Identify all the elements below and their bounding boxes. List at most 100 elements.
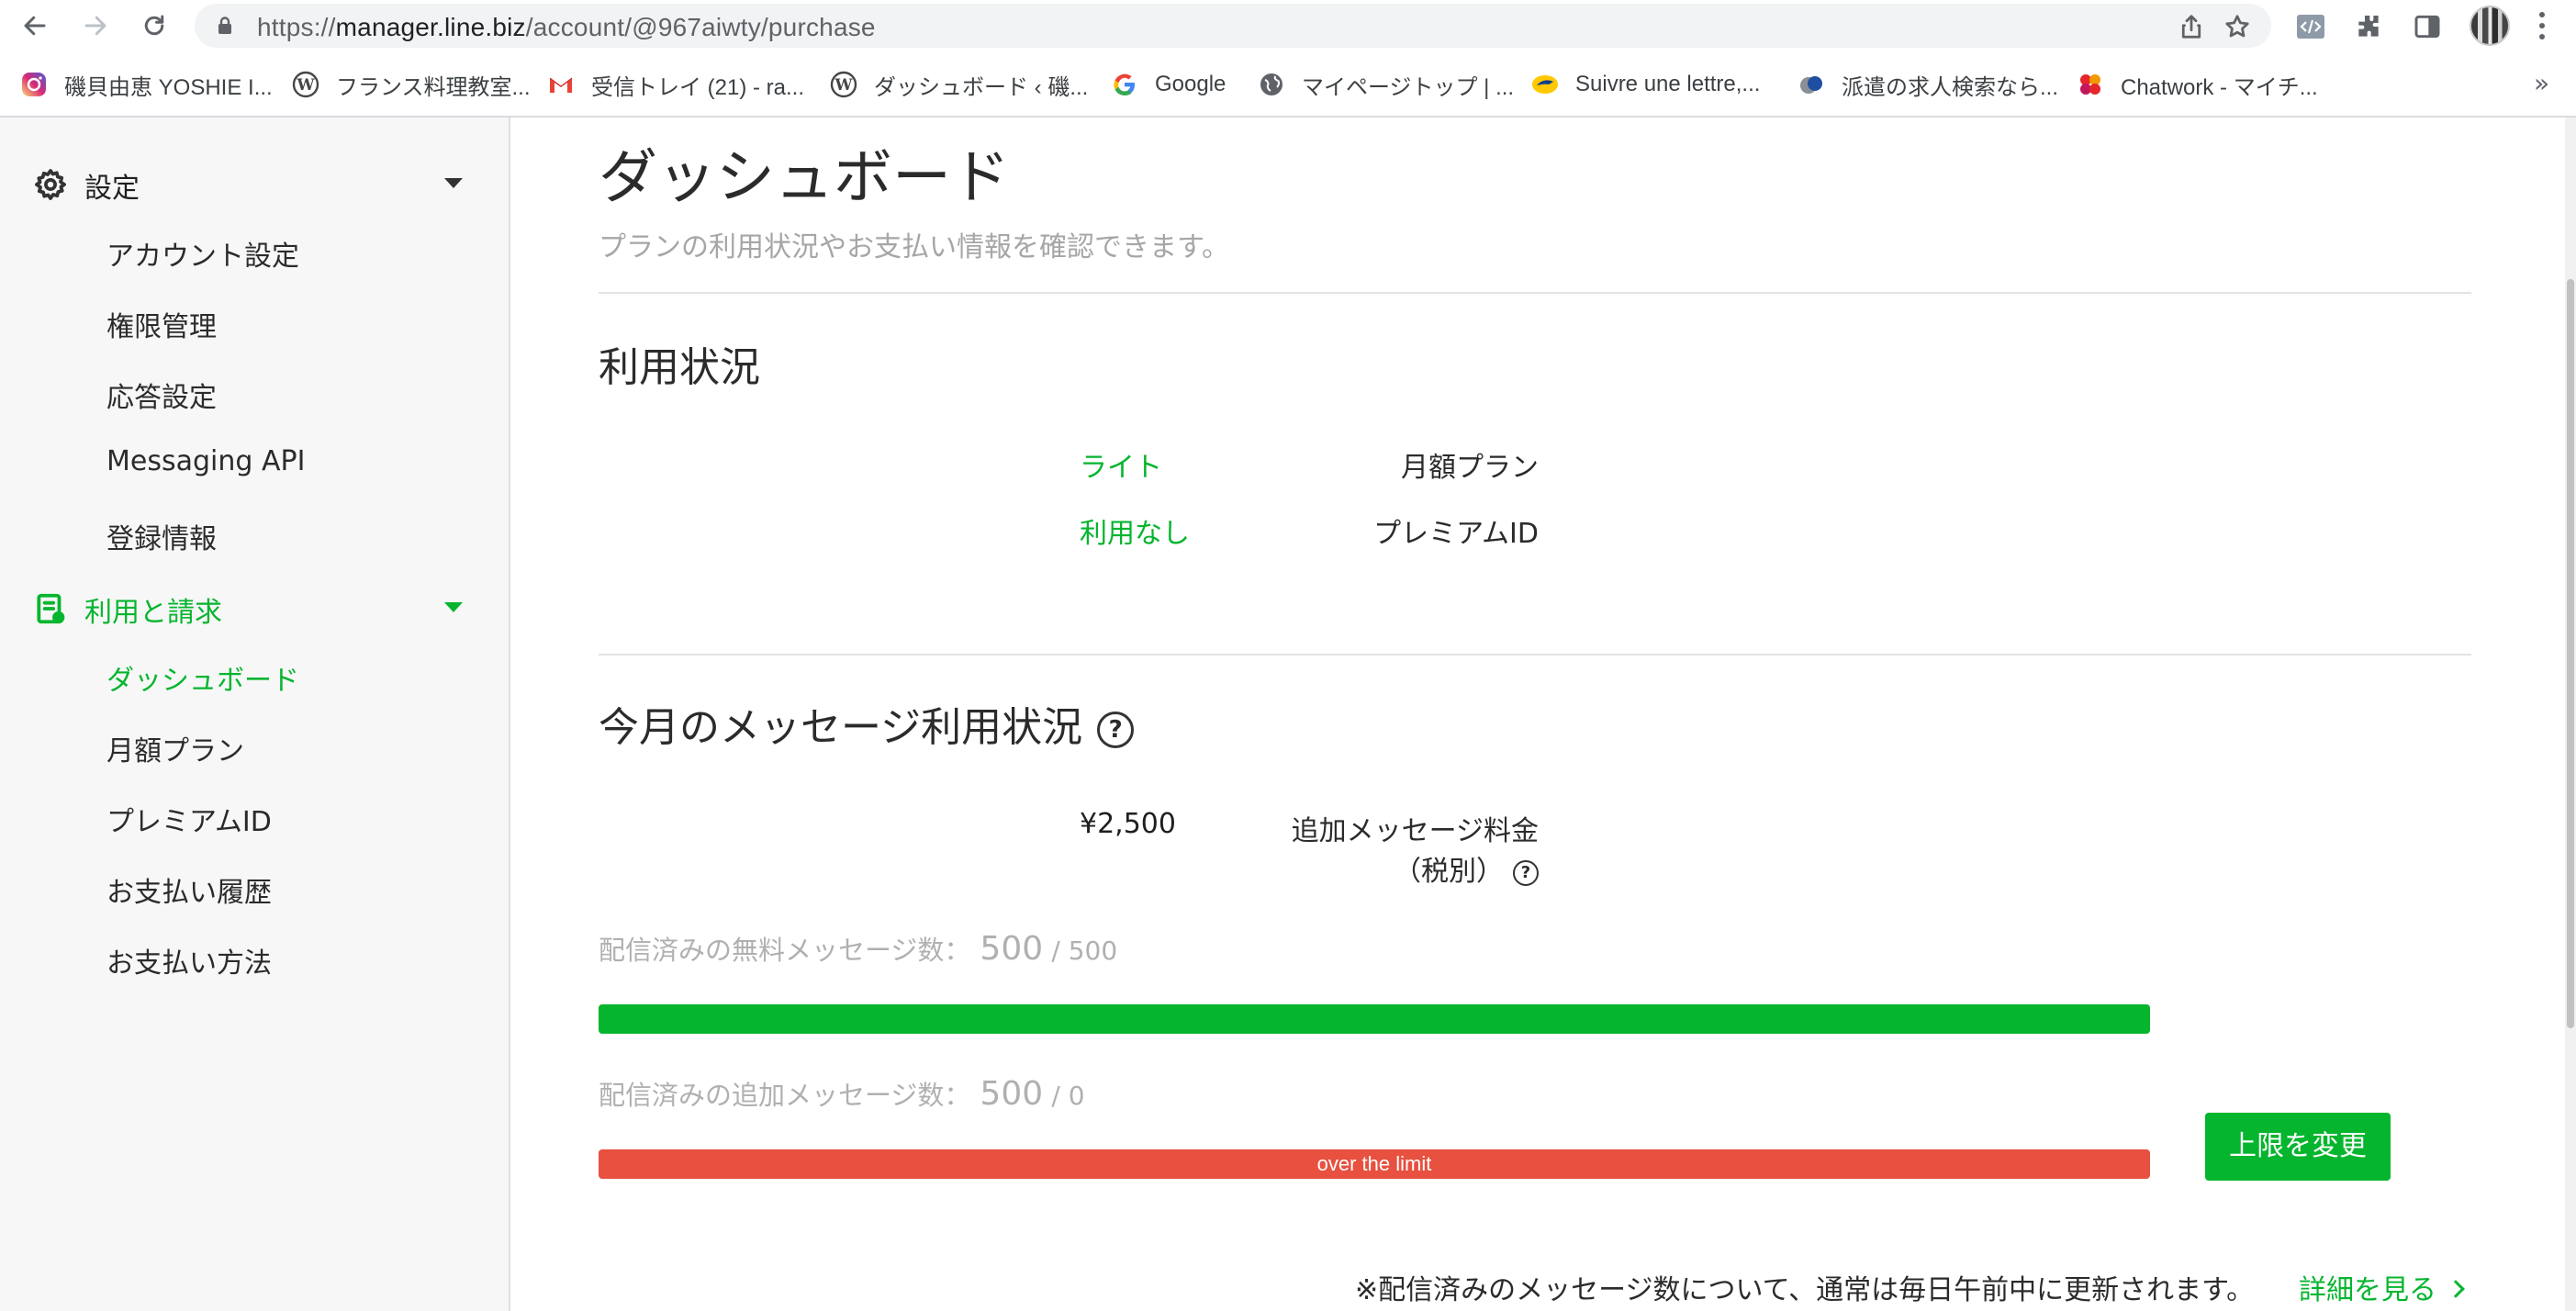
bookmark-item[interactable]: マイページトップ | ...: [1258, 68, 1514, 101]
reload-button[interactable]: [138, 9, 171, 42]
invoice-icon: [33, 591, 68, 626]
code-extension-icon[interactable]: [2295, 11, 2326, 42]
page-description: プランの利用状況やお支払い情報を確認できます。: [599, 231, 1229, 263]
chevron-right-icon: [2447, 1280, 2465, 1298]
wordpress-icon: W: [292, 71, 319, 98]
tax-excluded-label: （税別）: [1394, 856, 1504, 888]
bookmark-label: ダッシュボード ‹ 磯...: [874, 74, 1089, 100]
bookmark-label: Suivre une lettre,...: [1575, 72, 1761, 96]
forward-button[interactable]: [79, 9, 112, 42]
help-icon[interactable]: ?: [1513, 859, 1539, 886]
bookmark-label: フランス料理教室...: [336, 74, 531, 100]
bookmark-label: Google: [1155, 72, 1226, 96]
globe-icon: [1258, 71, 1285, 98]
sidebar-item-dashboard[interactable]: ダッシュボード: [106, 657, 299, 698]
sidebar-item-payment-method[interactable]: お支払い方法: [106, 940, 272, 980]
free-message-label: 配信済みの無料メッセージ数：: [599, 935, 971, 966]
sidebar-item-premium-id[interactable]: プレミアムID: [106, 799, 272, 839]
scrollbar-thumb[interactable]: [2567, 279, 2574, 1028]
sidebar-section-label: 設定: [84, 173, 140, 205]
bookmark-label: 派遣の求人検索なら...: [1842, 74, 2059, 100]
bookmark-label: 受信トレイ (21) - ra...: [591, 74, 805, 100]
extra-fee-tax-note: （税別）?: [1394, 848, 1539, 889]
sidebar-item-response-settings[interactable]: 応答設定: [106, 375, 217, 415]
sidebar-section-label: 利用と請求: [84, 597, 222, 629]
extensions-puzzle-icon[interactable]: [2353, 11, 2384, 42]
update-note: ※配信済みのメッセージ数について、通常は毎日午前中に更新されます。: [1355, 1274, 2255, 1306]
extra-fee-label: 追加メッセージ料金: [1291, 815, 1539, 847]
bookmarks-bar: 磯貝由恵 YOSHIE I... W フランス料理教室... 受信トレイ (21…: [0, 51, 2576, 118]
wordpress-icon: W: [830, 71, 857, 98]
chatwork-icon: [2077, 71, 2104, 98]
monthly-plan-label: 月額プラン: [1401, 452, 1539, 484]
page-title: ダッシュボード: [599, 144, 1010, 212]
sidebar-item-payment-history[interactable]: お支払い履歴: [106, 869, 272, 910]
more-bookmarks-button[interactable]: »: [2534, 68, 2549, 98]
reload-icon: [144, 15, 164, 36]
gmail-icon: [547, 71, 575, 98]
bookmark-item[interactable]: W フランス料理教室...: [292, 68, 531, 101]
profile-avatar[interactable]: [2470, 6, 2510, 46]
message-usage-section-title: 今月のメッセージ利用状況?: [599, 694, 1135, 753]
free-message-count: 配信済みの無料メッセージ数： 500 / 500: [599, 929, 1117, 968]
svg-text:W: W: [296, 76, 315, 95]
bookmark-item[interactable]: W ダッシュボード ‹ 磯...: [830, 68, 1088, 101]
message-usage-title-text: 今月のメッセージ利用状況: [599, 704, 1083, 751]
bookmark-label: マイページトップ | ...: [1302, 74, 1515, 100]
url-path: /account/@967aiwty/purchase: [525, 13, 876, 41]
extra-fee-value: ¥2,500: [1080, 808, 1176, 840]
sidebar-item-monthly-plan[interactable]: 月額プラン: [106, 728, 244, 768]
divider: [599, 654, 2471, 656]
bookmark-item[interactable]: 磯貝由恵 YOSHIE I...: [20, 68, 273, 101]
bookmark-item[interactable]: 受信トレイ (21) - ra...: [547, 68, 804, 101]
bookmark-star-icon[interactable]: [2223, 13, 2251, 40]
bookmark-item[interactable]: 派遣の求人検索なら...: [1798, 68, 2058, 101]
sidebar-section-settings[interactable]: 設定: [0, 156, 510, 211]
sidebar-item-messaging-api[interactable]: Messaging API: [106, 445, 305, 477]
additional-message-limit: / 0: [1051, 1081, 1085, 1111]
additional-message-count: 配信済みの追加メッセージ数： 500 / 0: [599, 1074, 1085, 1113]
monthly-plan-value[interactable]: ライト: [1080, 444, 1162, 485]
gear-icon: [33, 167, 68, 202]
lock-icon: [218, 17, 231, 34]
address-bar[interactable]: https://manager.line.biz/account/@967aiw…: [195, 4, 2271, 48]
url-host: manager.line.biz: [335, 13, 526, 41]
view-details-link[interactable]: 詳細を見る: [2299, 1267, 2465, 1307]
chevron-down-icon: [444, 178, 463, 188]
free-message-progress-bar: [599, 1004, 2150, 1034]
bookmark-label: Chatwork - マイチ...: [2121, 74, 2318, 100]
bookmark-item[interactable]: Suivre une lettre,...: [1531, 68, 1760, 101]
page-scrollbar[interactable]: [2565, 118, 2576, 1311]
help-icon[interactable]: ?: [1097, 712, 1135, 748]
bookmark-item[interactable]: Google: [1111, 68, 1226, 101]
google-icon: [1111, 71, 1138, 98]
sidebar-section-billing[interactable]: 利用と請求: [0, 580, 510, 635]
free-message-sent: 500: [980, 930, 1044, 968]
browser-menu-icon[interactable]: [2537, 9, 2547, 42]
free-message-progress-fill: [599, 1004, 2150, 1034]
back-button[interactable]: [18, 9, 51, 42]
laposte-icon: [1531, 71, 1559, 98]
url-text[interactable]: https://manager.line.biz/account/@967aiw…: [257, 13, 876, 42]
change-limit-button[interactable]: 上限を変更: [2205, 1113, 2391, 1181]
chevron-down-icon: [444, 602, 463, 612]
share-icon[interactable]: [2178, 13, 2205, 40]
arrow-right-icon: [84, 16, 106, 36]
arrow-left-icon: [24, 16, 46, 36]
divider: [599, 292, 2471, 294]
additional-message-label: 配信済みの追加メッセージ数：: [599, 1080, 971, 1111]
bookmark-item[interactable]: Chatwork - マイチ...: [2077, 68, 2318, 101]
premium-id-label: プレミアムID: [1373, 518, 1539, 550]
side-panel-icon[interactable]: [2412, 11, 2443, 42]
sidebar-item-account-settings[interactable]: アカウント設定: [106, 233, 299, 274]
browser-toolbar: https://manager.line.biz/account/@967aiw…: [0, 0, 2576, 51]
additional-message-progress-bar: over the limit: [599, 1149, 2150, 1179]
sidebar-item-permissions[interactable]: 権限管理: [106, 304, 217, 344]
view-details-label: 詳細を見る: [2299, 1274, 2436, 1306]
over-limit-text: over the limit: [1316, 1152, 1432, 1175]
additional-message-sent: 500: [980, 1075, 1044, 1113]
bookmark-label: 磯貝由恵 YOSHIE I...: [64, 74, 273, 100]
instagram-icon: [20, 71, 48, 98]
sidebar-item-registration-info[interactable]: 登録情報: [106, 516, 217, 556]
premium-id-value[interactable]: 利用なし: [1080, 510, 1190, 551]
